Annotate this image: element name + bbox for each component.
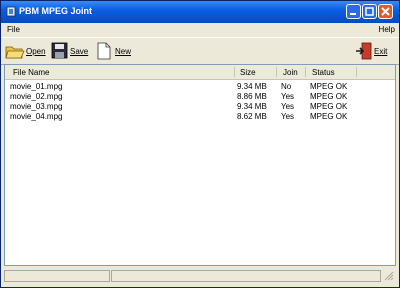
new-button[interactable]: New xyxy=(96,42,136,60)
column-header-size[interactable]: Size xyxy=(240,68,256,77)
save-disk-icon xyxy=(51,42,68,59)
window-title: PBM MPEG Joint xyxy=(19,6,93,16)
size-cell: 9.34 MB xyxy=(237,82,267,91)
column-divider[interactable] xyxy=(276,67,277,77)
size-cell: 8.62 MB xyxy=(237,112,267,121)
column-divider[interactable] xyxy=(234,67,235,77)
menu-file[interactable]: File xyxy=(7,25,20,34)
menu-bar: File Help xyxy=(1,23,399,37)
size-cell: 8.86 MB xyxy=(237,92,267,101)
column-header-status[interactable]: Status xyxy=(312,68,335,77)
exit-label: Exit xyxy=(374,47,388,56)
exit-button[interactable]: Exit xyxy=(355,42,389,60)
save-label: Save xyxy=(70,47,89,56)
close-icon xyxy=(381,7,390,16)
status-pane-main xyxy=(111,270,381,282)
size-cell: 9.34 MB xyxy=(237,102,267,111)
file-list[interactable]: File Name Size Join Status movie_01.mpg … xyxy=(4,64,396,266)
menu-help[interactable]: Help xyxy=(379,25,395,34)
close-button[interactable] xyxy=(378,4,393,19)
table-row[interactable]: movie_01.mpg 9.34 MB No MPEG OK xyxy=(5,82,395,92)
open-button[interactable]: Open xyxy=(5,42,49,60)
file-name-cell: movie_02.mpg xyxy=(10,92,63,101)
minimize-icon xyxy=(350,13,356,15)
status-cell: MPEG OK xyxy=(310,112,348,121)
list-header: File Name Size Join Status xyxy=(5,65,395,80)
new-document-icon xyxy=(97,42,111,60)
join-cell: Yes xyxy=(281,102,295,111)
status-cell: MPEG OK xyxy=(310,102,348,111)
exit-door-icon xyxy=(356,42,372,60)
status-cell: MPEG OK xyxy=(310,82,348,91)
table-row[interactable]: movie_03.mpg 9.34 MB Yes MPEG OK xyxy=(5,102,395,112)
column-header-join[interactable]: Join xyxy=(283,68,298,77)
status-bar xyxy=(4,269,396,284)
save-button[interactable]: Save xyxy=(51,42,93,60)
minimize-button[interactable] xyxy=(346,4,361,19)
open-label: Open xyxy=(26,47,46,56)
app-window: PBM MPEG Joint File Help Open Save New E… xyxy=(0,0,400,288)
status-pane-left xyxy=(4,270,110,282)
app-icon xyxy=(6,6,16,17)
join-cell: Yes xyxy=(281,92,295,101)
maximize-icon xyxy=(365,7,374,16)
join-cell: Yes xyxy=(281,112,295,121)
maximize-button[interactable] xyxy=(362,4,377,19)
file-name-cell: movie_01.mpg xyxy=(10,82,63,91)
resize-grip-icon[interactable] xyxy=(384,271,394,281)
new-label: New xyxy=(115,47,132,56)
toolbar: Open Save New Exit xyxy=(1,37,399,65)
column-header-file-name[interactable]: File Name xyxy=(13,68,49,77)
column-divider[interactable] xyxy=(356,67,357,77)
title-bar[interactable]: PBM MPEG Joint xyxy=(1,1,399,23)
join-cell: No xyxy=(281,82,292,91)
file-name-cell: movie_03.mpg xyxy=(10,102,63,111)
table-row[interactable]: movie_02.mpg 8.86 MB Yes MPEG OK xyxy=(5,92,395,102)
column-divider[interactable] xyxy=(305,67,306,77)
open-folder-icon xyxy=(5,46,25,59)
table-row[interactable]: movie_04.mpg 8.62 MB Yes MPEG OK xyxy=(5,112,395,122)
file-name-cell: movie_04.mpg xyxy=(10,112,63,121)
status-cell: MPEG OK xyxy=(310,92,348,101)
